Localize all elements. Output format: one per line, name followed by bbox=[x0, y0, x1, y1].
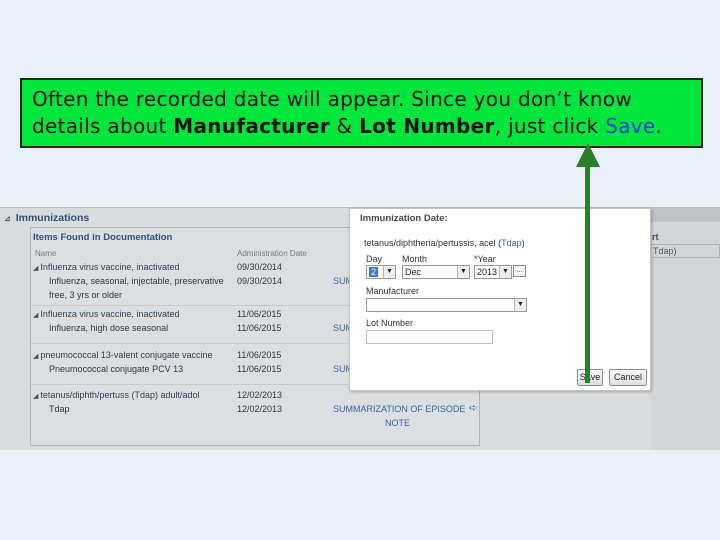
year-label: *Year bbox=[474, 254, 496, 264]
detail-name-cont: free, 3 yrs or older bbox=[49, 290, 123, 300]
right-panel-value: Tdap) bbox=[650, 244, 720, 258]
vaccine-abbrev: Tdap bbox=[501, 238, 522, 248]
group-name: Influenza virus vaccine, inactivated bbox=[40, 262, 180, 272]
detail-date: 09/30/2014 bbox=[237, 276, 283, 286]
expand-icon: ◢ bbox=[33, 312, 39, 319]
year-select[interactable]: 2013 ▼ bbox=[474, 265, 512, 279]
dialog-title: Immunization Date: bbox=[360, 213, 448, 224]
group-name: Influenza virus vaccine, inactivated bbox=[40, 309, 180, 319]
month-label: Month bbox=[402, 254, 428, 264]
manufacturer-select[interactable]: ▼ bbox=[366, 298, 527, 312]
pointer-arrow-icon bbox=[576, 143, 600, 167]
callout-amp: & bbox=[329, 114, 360, 138]
detail-name: Tdap bbox=[49, 404, 70, 414]
callout-text-mid: , just click bbox=[494, 114, 606, 138]
calendar-icon[interactable]: ... bbox=[513, 265, 526, 277]
year-value: 2013 bbox=[477, 267, 498, 277]
right-panel: rt Tdap) bbox=[650, 208, 720, 450]
expand-icon: ◢ bbox=[33, 353, 39, 360]
group-date: 11/06/2015 bbox=[237, 350, 282, 360]
chevron-down-icon[interactable]: ▼ bbox=[457, 266, 469, 278]
table-row-group[interactable]: ◢ Influenza virus vaccine, inactivated bbox=[33, 262, 179, 272]
chevron-down-icon[interactable]: ▼ bbox=[499, 266, 511, 278]
group-date: 11/06/2015 bbox=[237, 309, 282, 319]
lot-number-label: Lot Number bbox=[366, 318, 414, 328]
summarization-link-note[interactable]: NOTE bbox=[385, 418, 410, 428]
callout-period: . bbox=[655, 114, 663, 138]
chevron-down-icon[interactable]: ▼ bbox=[383, 266, 395, 278]
expand-icon: ◢ bbox=[33, 393, 39, 400]
right-panel-label: rt bbox=[652, 232, 659, 242]
vaccine-name-close: ) bbox=[521, 238, 525, 248]
callout-manufacturer: Manufacturer bbox=[173, 114, 330, 138]
month-value: Dec bbox=[405, 267, 422, 277]
manufacturer-label: Manufacturer bbox=[366, 286, 420, 296]
chevron-down-icon[interactable]: ▼ bbox=[514, 299, 526, 311]
group-name: pneumococcal 13-valent conjugate vaccine bbox=[40, 350, 213, 360]
panel-title: Items Found in Documentation bbox=[33, 232, 173, 243]
vaccine-name-text: tetanus/diphtheria/pertussis, acel ( bbox=[364, 238, 502, 248]
callout-text: details about bbox=[32, 114, 174, 138]
day-select[interactable]: 2 ▼ bbox=[366, 265, 396, 279]
callout-line-2: details about Manufacturer & Lot Number,… bbox=[32, 113, 691, 140]
column-header-name: Name bbox=[35, 249, 57, 258]
detail-name: Pneumococcal conjugate PCV 13 bbox=[49, 364, 184, 374]
detail-name: Influenza, seasonal, injectable, preserv… bbox=[49, 276, 224, 286]
detail-date: 12/02/2013 bbox=[237, 404, 283, 414]
instruction-callout: Often the recorded date will appear. Sin… bbox=[20, 78, 703, 148]
vaccine-name: tetanus/diphtheria/pertussis, acel (Tdap… bbox=[364, 238, 525, 248]
right-panel-band bbox=[650, 208, 720, 222]
collapse-icon[interactable]: ⊿ bbox=[4, 214, 11, 223]
table-row-group[interactable]: ◢ tetanus/diphth/pertuss (Tdap) adult/ado… bbox=[33, 390, 200, 400]
column-header-date: Administration Date bbox=[237, 249, 307, 258]
day-label: Day bbox=[366, 254, 383, 264]
detail-date: 11/06/2015 bbox=[237, 364, 282, 374]
cancel-button[interactable]: Cancel bbox=[609, 369, 647, 386]
section-title: Immunizations bbox=[15, 212, 90, 224]
callout-lot-number: Lot Number bbox=[359, 114, 495, 138]
detail-date: 11/06/2015 bbox=[237, 323, 282, 333]
group-date: 09/30/2014 bbox=[237, 262, 283, 272]
pointer-arrow-shaft bbox=[585, 163, 590, 383]
expand-icon: ◢ bbox=[33, 265, 39, 272]
navigate-arrow-icon[interactable]: ➪ bbox=[469, 403, 477, 414]
detail-name: Influenza, high dose seasonal bbox=[49, 323, 169, 333]
table-row-group[interactable]: ◢ pneumococcal 13-valent conjugate vaccin… bbox=[33, 350, 213, 360]
callout-line-1: Often the recorded date will appear. Sin… bbox=[32, 87, 632, 111]
month-select[interactable]: Dec ▼ bbox=[402, 265, 470, 279]
group-name: tetanus/diphth/pertuss (Tdap) adult/adol bbox=[40, 390, 200, 400]
callout-save-word: Save bbox=[605, 114, 656, 138]
table-row-group[interactable]: ◢ Influenza virus vaccine, inactivated bbox=[33, 309, 179, 319]
group-date: 12/02/2013 bbox=[237, 390, 283, 400]
day-value: 2 bbox=[369, 267, 379, 277]
save-button[interactable]: Save bbox=[577, 369, 603, 386]
summarization-link[interactable]: SUMMARIZATION OF EPISODE bbox=[333, 404, 465, 414]
lot-number-input[interactable] bbox=[366, 330, 493, 344]
immunizations-section-header[interactable]: ⊿ Immunizations bbox=[4, 212, 89, 224]
